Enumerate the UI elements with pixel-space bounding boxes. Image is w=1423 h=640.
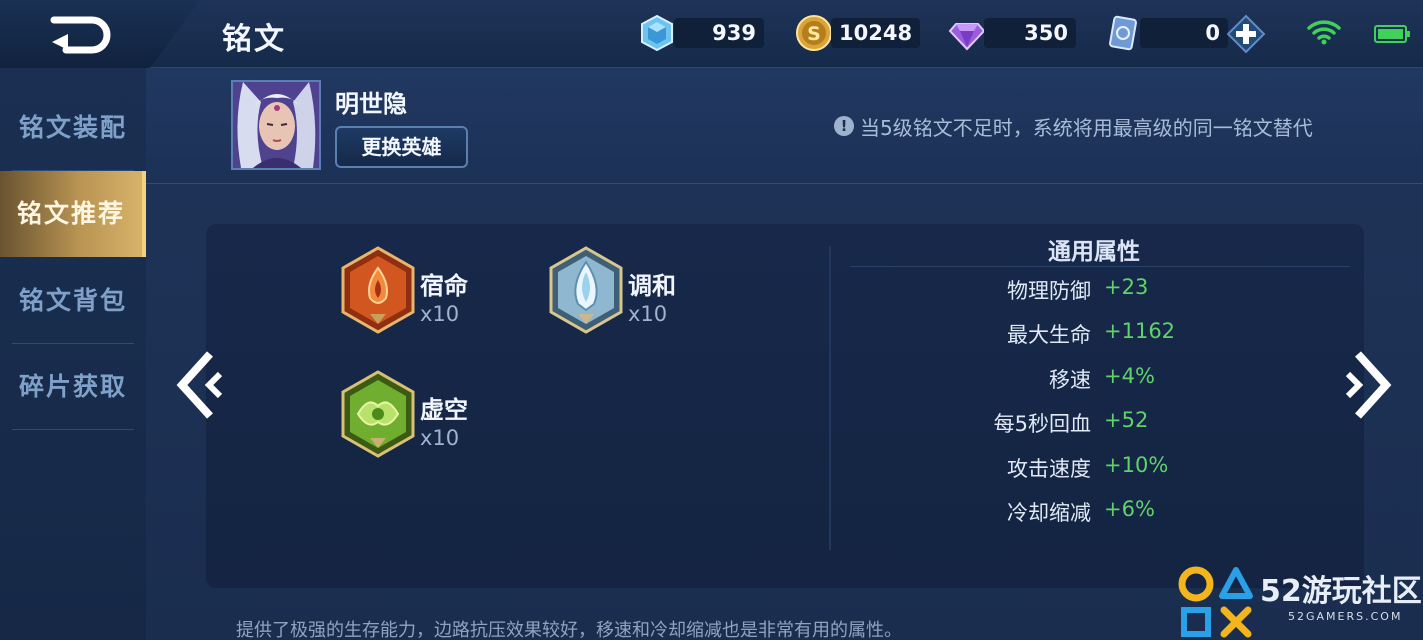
rune-count: x10 xyxy=(420,426,460,450)
card-count: 0 xyxy=(1140,18,1228,48)
rune-count: x10 xyxy=(628,302,668,326)
back-button[interactable] xyxy=(48,14,114,56)
gold-coin-icon: S xyxy=(796,15,832,51)
battery-icon xyxy=(1374,24,1410,44)
change-hero-button[interactable]: 更换英雄 xyxy=(335,126,468,168)
next-page-button[interactable] xyxy=(1340,350,1392,420)
svg-text:S: S xyxy=(807,23,821,45)
currency-card: 0 xyxy=(1104,14,1228,52)
attribute-row: 最大生命 +1162 xyxy=(831,319,1357,351)
sidebar-item-rune-recommend[interactable]: 铭文推荐 xyxy=(0,171,146,257)
diamond-count: 350 xyxy=(984,18,1076,48)
attributes-title: 通用属性 xyxy=(1048,239,1140,265)
add-currency-button[interactable] xyxy=(1226,14,1266,54)
rune-name: 虚空 xyxy=(420,396,468,424)
hero-avatar-image xyxy=(233,82,319,168)
watermark-url: 52GAMERS.COM xyxy=(1288,610,1403,623)
chevron-left-icon xyxy=(176,351,223,419)
attribute-row: 攻击速度 +10% xyxy=(831,453,1357,485)
currency-diamond: 350 xyxy=(948,14,1076,52)
sidebar-item-rune-equip[interactable]: 铭文装配 xyxy=(0,85,146,171)
currency-gold: S 10248 xyxy=(795,14,920,52)
attribute-row: 冷却缩减 +6% xyxy=(831,497,1357,529)
attribute-value: +1162 xyxy=(1104,319,1176,343)
fate-rune-icon xyxy=(341,246,415,334)
attribute-name: 每5秒回血 xyxy=(993,412,1091,436)
harmony-rune-icon xyxy=(549,246,623,334)
rune-name: 宿命 xyxy=(420,272,468,300)
attribute-row: 移速 +4% xyxy=(831,364,1357,396)
rune-name: 调和 xyxy=(628,272,676,300)
blue-crystal-icon xyxy=(641,14,673,52)
attribute-name: 冷却缩减 xyxy=(1007,501,1091,525)
sidebar: 铭文装配 铭文推荐 铭文背包 碎片获取 xyxy=(0,68,146,640)
attribute-row: 物理防御 +23 xyxy=(831,275,1357,307)
hero-name: 明世隐 xyxy=(335,90,407,118)
notice-text: 当5级铭文不足时，系统将用最高级的同一铭文替代 xyxy=(860,115,1313,140)
currency-crystal: 939 xyxy=(638,14,764,52)
rune-item-harmony[interactable]: 调和 x10 xyxy=(548,246,728,334)
gold-count: 10248 xyxy=(831,18,920,48)
attribute-value: +52 xyxy=(1104,408,1149,432)
attribute-name: 最大生命 xyxy=(1007,323,1091,347)
attribute-value: +23 xyxy=(1104,275,1149,299)
crystal-count: 939 xyxy=(674,18,764,48)
back-arrow-icon xyxy=(50,16,111,54)
hero-portrait xyxy=(231,80,321,170)
sidebar-item-rune-bag[interactable]: 铭文背包 xyxy=(0,258,146,344)
attribute-value: +10% xyxy=(1104,453,1169,477)
attribute-value: +4% xyxy=(1104,364,1155,388)
attribute-name: 移速 xyxy=(1049,368,1091,392)
recommend-description: 提供了极强的生存能力，边路抗压效果较好，移速和冷却缩减也是非常有用的属性。 xyxy=(236,620,902,640)
sidebar-item-fragment-obtain[interactable]: 碎片获取 xyxy=(0,344,146,430)
page-title: 铭文 xyxy=(222,22,286,57)
attribute-value: +6% xyxy=(1104,497,1155,521)
plus-icon xyxy=(1226,14,1266,54)
watermark: 52游玩社区 52GAMERS.COM xyxy=(1172,560,1423,640)
rune-item-void[interactable]: 虚空 x10 xyxy=(340,370,520,458)
info-icon: ! xyxy=(834,116,854,136)
chevron-right-icon xyxy=(1345,351,1392,419)
attributes-title-line xyxy=(850,266,1350,267)
watermark-name: 52游玩社区 xyxy=(1260,574,1422,609)
wifi-icon xyxy=(1306,18,1342,46)
site-logo-icon xyxy=(1178,566,1253,638)
rune-notice: ! 当5级铭文不足时，系统将用最高级的同一铭文替代 xyxy=(834,112,1313,140)
attribute-name: 攻击速度 xyxy=(1007,457,1091,481)
attribute-name: 物理防御 xyxy=(1007,279,1091,303)
purple-diamond-icon xyxy=(948,23,986,51)
prev-page-button[interactable] xyxy=(176,350,228,420)
rune-count: x10 xyxy=(420,302,460,326)
rune-item-fate[interactable]: 宿命 x10 xyxy=(340,246,520,334)
attribute-row: 每5秒回血 +52 xyxy=(831,408,1357,440)
void-rune-icon xyxy=(341,370,415,458)
card-ticket-icon xyxy=(1109,15,1137,51)
